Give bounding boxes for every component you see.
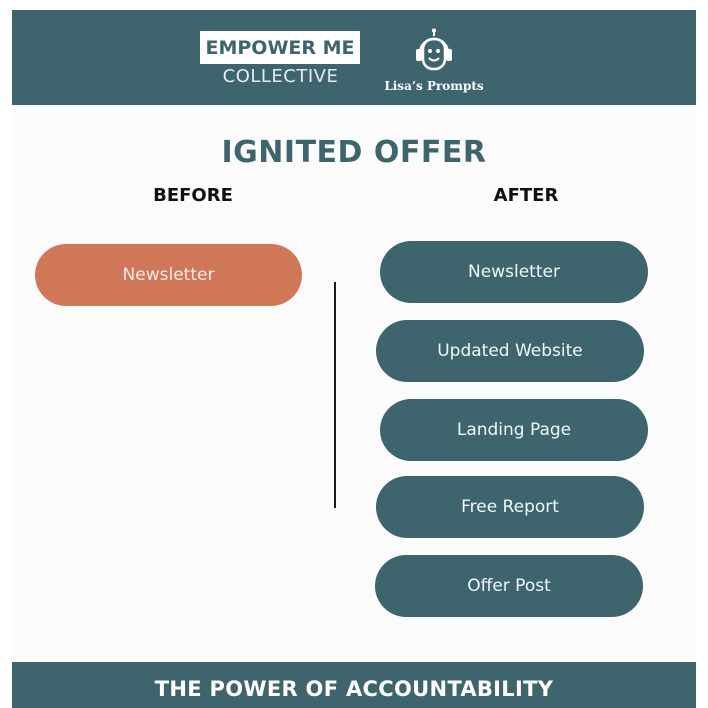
brand-name: EMPOWER ME xyxy=(205,36,355,59)
column-divider xyxy=(334,282,336,508)
after-item-label: Free Report xyxy=(461,497,559,517)
after-heading: AFTER xyxy=(493,185,559,206)
logo-caption: Lisa’s Prompts xyxy=(384,79,484,93)
before-heading: BEFORE xyxy=(153,185,233,206)
before-item: Newsletter xyxy=(35,244,302,306)
robot-headset-icon xyxy=(416,28,452,71)
footer-tagline: THE POWER OF ACCOUNTABILITY xyxy=(154,677,554,701)
page-title: IGNITED OFFER xyxy=(221,135,487,170)
after-item-label: Newsletter xyxy=(468,262,560,282)
before-item-label: Newsletter xyxy=(122,265,215,285)
after-item: Offer Post xyxy=(375,555,643,617)
after-item: Free Report xyxy=(376,476,644,538)
after-item-label: Updated Website xyxy=(437,341,583,361)
after-item: Updated Website xyxy=(376,320,644,382)
after-item: Landing Page xyxy=(380,399,648,461)
after-item-label: Landing Page xyxy=(456,420,572,440)
brand-logo-box: EMPOWER ME xyxy=(200,31,360,64)
after-item-label: Offer Post xyxy=(467,576,551,596)
infographic: EMPOWER ME COLLECTIVE Lisa’s Prompts IGN… xyxy=(0,0,708,708)
brand-subtitle: COLLECTIVE xyxy=(222,66,339,87)
after-item: Newsletter xyxy=(380,241,648,303)
